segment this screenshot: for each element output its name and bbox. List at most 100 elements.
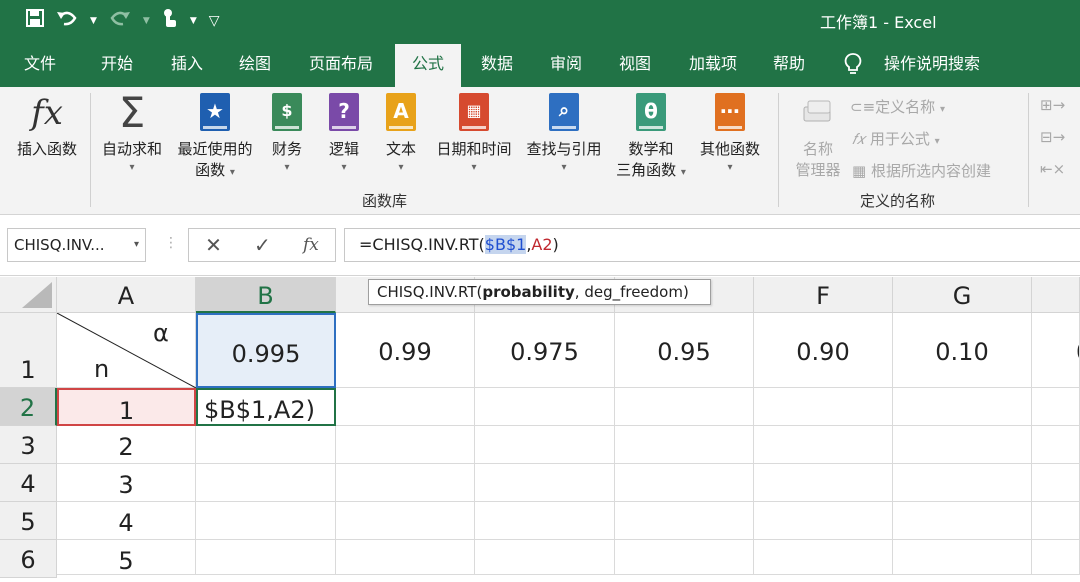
cell-c1[interactable]: 0.99 xyxy=(336,313,475,388)
row-header-4[interactable]: 4 xyxy=(0,464,57,502)
cell-e1[interactable]: 0.95 xyxy=(615,313,754,388)
cell-f3[interactable] xyxy=(754,426,893,464)
tab-page-layout[interactable]: 页面布局 xyxy=(300,40,382,87)
cell-f5[interactable] xyxy=(754,502,893,540)
cell-h1[interactable]: 0 xyxy=(1032,313,1080,388)
recently-used-button[interactable]: ★ 最近使用的 函数 ▾ xyxy=(170,93,260,183)
cell-d3[interactable] xyxy=(475,426,615,464)
trace-dependents-icon[interactable]: ⊟→ xyxy=(1040,128,1065,146)
autosum-button[interactable]: Σ 自动求和 ▾ xyxy=(97,92,167,176)
row-header-2[interactable]: 2 xyxy=(0,388,57,426)
cell-f4[interactable] xyxy=(754,464,893,502)
tab-insert[interactable]: 插入 xyxy=(158,40,216,87)
cell-d4[interactable] xyxy=(475,464,615,502)
touch-mode-icon[interactable] xyxy=(162,8,178,33)
vertical-dots-icon[interactable]: ⋮ xyxy=(164,235,178,251)
cell-b6[interactable] xyxy=(196,540,336,575)
redo-icon[interactable] xyxy=(109,9,131,32)
cell-a4[interactable]: 3 xyxy=(57,464,196,502)
cell-c2[interactable] xyxy=(336,388,475,426)
cell-e5[interactable] xyxy=(615,502,754,540)
cell-e4[interactable] xyxy=(615,464,754,502)
save-icon[interactable] xyxy=(26,9,44,32)
row-header-5[interactable]: 5 xyxy=(0,502,57,540)
cell-b5[interactable] xyxy=(196,502,336,540)
define-name-button[interactable]: ⊂≡定义名称 ▾ xyxy=(850,96,945,117)
select-all-corner[interactable] xyxy=(0,277,57,313)
cell-c5[interactable] xyxy=(336,502,475,540)
lookup-button[interactable]: ⌕ 查找与引用 ▾ xyxy=(521,93,607,176)
cell-d6[interactable] xyxy=(475,540,615,575)
column-header-a[interactable]: A xyxy=(57,277,196,313)
cell-f1[interactable]: 0.90 xyxy=(754,313,893,388)
cell-g1[interactable]: 0.10 xyxy=(893,313,1032,388)
column-header-h[interactable] xyxy=(1032,277,1080,313)
column-header-f[interactable]: F xyxy=(754,277,893,313)
trace-precedents-icon[interactable]: ⊞→ xyxy=(1040,96,1065,114)
more-functions-button[interactable]: ⋯ 其他函数 ▾ xyxy=(695,93,765,176)
tab-data[interactable]: 数据 xyxy=(470,40,524,87)
use-in-formula-button[interactable]: 𝑓𝑥 用于公式 ▾ xyxy=(852,128,940,149)
insert-function-fx-icon[interactable]: fx xyxy=(303,235,319,255)
chevron-down-icon[interactable]: ▾ xyxy=(134,229,139,261)
financial-button[interactable]: $ 财务 ▾ xyxy=(262,93,312,176)
row-header-3[interactable]: 3 xyxy=(0,426,57,464)
cell-b4[interactable] xyxy=(196,464,336,502)
cell-g5[interactable] xyxy=(893,502,1032,540)
cell-d5[interactable] xyxy=(475,502,615,540)
cell-h3[interactable] xyxy=(1032,426,1080,464)
tab-draw[interactable]: 绘图 xyxy=(226,40,284,87)
tab-review[interactable]: 审阅 xyxy=(538,40,594,87)
touch-dropdown-icon[interactable]: ▼ xyxy=(190,16,197,26)
cell-e2[interactable] xyxy=(615,388,754,426)
cell-c3[interactable] xyxy=(336,426,475,464)
insert-function-button[interactable]: fx 插入函数 xyxy=(10,93,84,160)
tab-file[interactable]: 文件 xyxy=(10,40,70,87)
cell-h2[interactable] xyxy=(1032,388,1080,426)
tell-me-search[interactable]: 操作说明搜索 xyxy=(874,40,990,87)
row-header-1[interactable]: 1 xyxy=(0,313,57,388)
create-from-selection-button[interactable]: ▦ 根据所选内容创建 xyxy=(852,160,991,181)
cell-a6[interactable]: 5 xyxy=(57,540,196,575)
redo-dropdown-icon[interactable]: ▼ xyxy=(143,16,150,26)
datetime-button[interactable]: ▦ 日期和时间 ▾ xyxy=(430,93,518,176)
column-header-b[interactable]: B xyxy=(196,277,336,313)
tab-addins[interactable]: 加载项 xyxy=(680,40,746,87)
cancel-icon[interactable]: ✕ xyxy=(205,233,222,257)
cell-g2[interactable] xyxy=(893,388,1032,426)
lightbulb-icon[interactable] xyxy=(842,40,864,87)
formula-input[interactable]: =CHISQ.INV.RT($B$1,A2) xyxy=(344,228,1080,262)
name-box[interactable]: CHISQ.INV... ▾ xyxy=(7,228,146,262)
cell-f2[interactable] xyxy=(754,388,893,426)
cell-e6[interactable] xyxy=(615,540,754,575)
tab-help[interactable]: 帮助 xyxy=(760,40,818,87)
cell-b1[interactable]: 0.995 xyxy=(196,313,336,388)
cell-b3[interactable] xyxy=(196,426,336,464)
tab-home[interactable]: 开始 xyxy=(88,40,146,87)
row-header-6[interactable]: 6 xyxy=(0,540,57,578)
math-trig-button[interactable]: θ 数学和 三角函数 ▾ xyxy=(610,93,692,183)
cell-a3[interactable]: 2 xyxy=(57,426,196,464)
tab-formulas[interactable]: 公式 xyxy=(395,44,461,87)
cell-h4[interactable] xyxy=(1032,464,1080,502)
cell-d2[interactable] xyxy=(475,388,615,426)
cell-b2-editing[interactable]: $B$1,A2) xyxy=(196,388,336,426)
cell-a2[interactable]: 1 xyxy=(57,388,196,426)
column-header-g[interactable]: G xyxy=(893,277,1032,313)
undo-dropdown-icon[interactable]: ▼ xyxy=(90,16,97,26)
undo-icon[interactable] xyxy=(56,9,78,32)
name-manager-button[interactable]: 名称 管理器 xyxy=(790,93,846,181)
logical-button[interactable]: ? 逻辑 ▾ xyxy=(320,93,368,176)
cell-g6[interactable] xyxy=(893,540,1032,575)
cell-d1[interactable]: 0.975 xyxy=(475,313,615,388)
cell-h6[interactable] xyxy=(1032,540,1080,575)
cell-a5[interactable]: 4 xyxy=(57,502,196,540)
function-args-tooltip[interactable]: CHISQ.INV.RT(probability, deg_freedom) xyxy=(368,279,711,305)
cell-g3[interactable] xyxy=(893,426,1032,464)
cell-e3[interactable] xyxy=(615,426,754,464)
tab-view[interactable]: 视图 xyxy=(606,40,664,87)
cell-a1[interactable]: α n xyxy=(57,313,196,388)
enter-check-icon[interactable]: ✓ xyxy=(254,233,271,257)
cell-h5[interactable] xyxy=(1032,502,1080,540)
cell-c6[interactable] xyxy=(336,540,475,575)
